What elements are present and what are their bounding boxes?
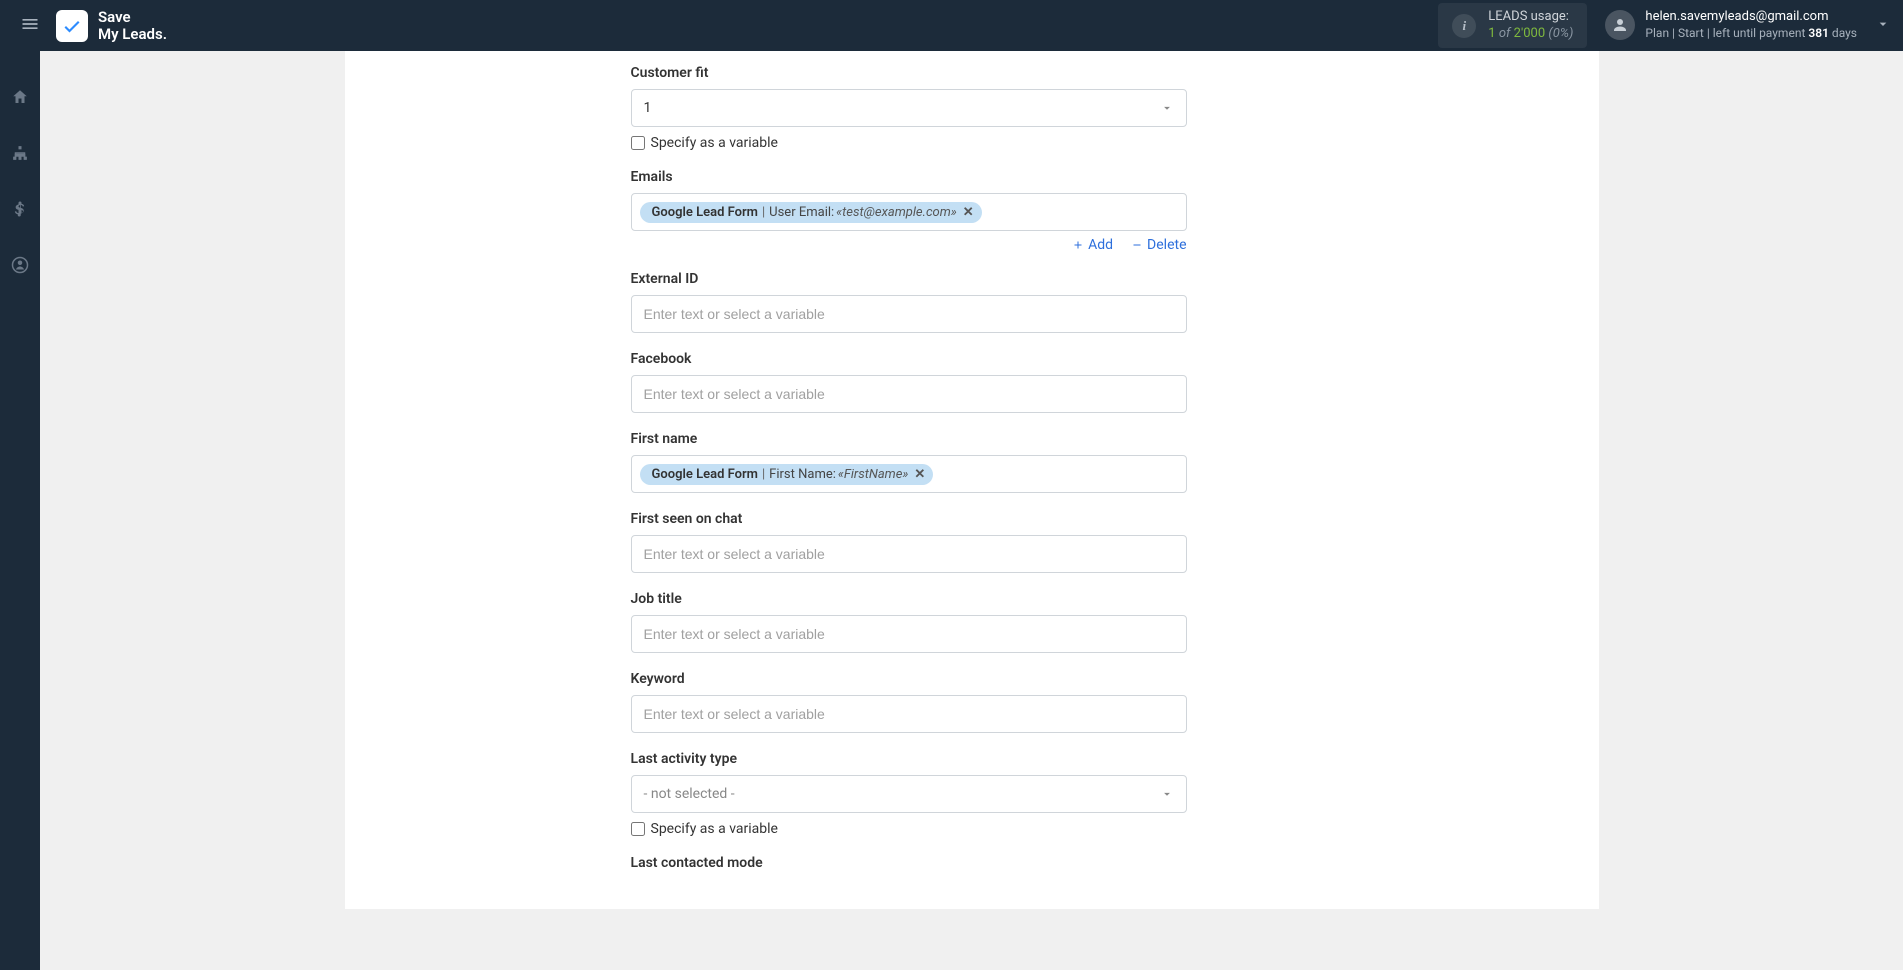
delete-email-link[interactable]: Delete (1131, 237, 1186, 253)
input-job-title[interactable] (631, 615, 1187, 653)
field-customer-fit: Customer fit 1 Specify as a variable (631, 65, 1187, 151)
token-source: Google Lead Form (652, 205, 758, 220)
token-remove-icon[interactable]: ✕ (914, 467, 925, 482)
field-first-seen: First seen on chat (631, 511, 1187, 573)
token-email: Google Lead Form | User Email: «test@exa… (640, 202, 982, 223)
usage-total: 2'000 (1514, 26, 1546, 41)
usage-values: 1 of 2'000 (0%) (1488, 26, 1573, 43)
select-customer-fit[interactable]: 1 (631, 89, 1187, 127)
content-area: Customer fit 1 Specify as a variable Ema… (40, 51, 1903, 970)
user-account-box[interactable]: helen.savemyleads@gmail.com Plan | Start… (1605, 9, 1857, 41)
sidebar-home-icon[interactable] (0, 79, 40, 115)
user-email: helen.savemyleads@gmail.com (1645, 9, 1857, 26)
chevron-down-icon (1160, 101, 1174, 115)
sidebar-sitemap-icon[interactable] (0, 135, 40, 171)
checkbox-label: Specify as a variable (651, 821, 778, 837)
checkbox-input[interactable] (631, 822, 645, 836)
sidebar-nav (0, 51, 40, 970)
leads-usage-box: i LEADS usage: 1 of 2'000 (0%) (1438, 3, 1587, 49)
select-last-activity[interactable]: - not selected - (631, 775, 1187, 813)
checkbox-last-activity-variable[interactable]: Specify as a variable (631, 821, 1187, 837)
select-value: - not selected - (644, 786, 735, 802)
label-first-name: First name (631, 431, 1187, 447)
field-keyword: Keyword (631, 671, 1187, 733)
checkbox-label: Specify as a variable (651, 135, 778, 151)
plan-days-suffix: days (1832, 26, 1857, 40)
input-external-id[interactable] (631, 295, 1187, 333)
info-icon: i (1452, 14, 1476, 38)
select-value: 1 (644, 100, 652, 116)
label-first-seen: First seen on chat (631, 511, 1187, 527)
label-keyword: Keyword (631, 671, 1187, 687)
token-first-name: Google Lead Form | First Name: «FirstNam… (640, 464, 934, 485)
emails-actions: Add Delete (631, 237, 1187, 253)
avatar-icon (1605, 10, 1635, 40)
input-keyword[interactable] (631, 695, 1187, 733)
plan-prefix: Plan | (1645, 26, 1675, 40)
delete-label: Delete (1147, 237, 1186, 253)
checkbox-input[interactable] (631, 136, 645, 150)
field-facebook: Facebook (631, 351, 1187, 413)
logo-line2: My Leads. (98, 26, 167, 43)
field-emails: Emails Google Lead Form | User Email: «t… (631, 169, 1187, 253)
label-job-title: Job title (631, 591, 1187, 607)
plan-mid: | left until payment (1707, 26, 1806, 40)
token-field: User Email: (769, 205, 834, 220)
sidebar-billing-icon[interactable] (0, 191, 40, 227)
input-first-seen[interactable] (631, 535, 1187, 573)
logo-line1: Save (98, 9, 167, 26)
form-card: Customer fit 1 Specify as a variable Ema… (345, 51, 1599, 909)
input-facebook[interactable] (631, 375, 1187, 413)
usage-text: LEADS usage: 1 of 2'000 (0%) (1488, 9, 1573, 43)
token-sep: | (762, 467, 765, 482)
plus-icon (1072, 239, 1084, 251)
minus-icon (1131, 239, 1143, 251)
label-external-id: External ID (631, 271, 1187, 287)
app-header: Save My Leads. i LEADS usage: 1 of 2'000… (0, 0, 1903, 51)
app-logo-icon (56, 10, 88, 42)
field-job-title: Job title (631, 591, 1187, 653)
hamburger-menu-icon[interactable] (12, 6, 48, 46)
label-facebook: Facebook (631, 351, 1187, 367)
chevron-down-icon (1160, 787, 1174, 801)
add-email-link[interactable]: Add (1072, 237, 1113, 253)
input-first-name[interactable]: Google Lead Form | First Name: «FirstNam… (631, 455, 1187, 493)
checkbox-customer-fit-variable[interactable]: Specify as a variable (631, 135, 1187, 151)
token-source: Google Lead Form (652, 467, 758, 482)
app-logo-text: Save My Leads. (98, 9, 167, 42)
label-customer-fit: Customer fit (631, 65, 1187, 81)
plan-name: Start (1678, 26, 1704, 40)
label-last-activity: Last activity type (631, 751, 1187, 767)
token-value: «test@example.com» (836, 205, 957, 220)
plan-days-num: 381 (1808, 26, 1829, 40)
label-last-contacted: Last contacted mode (631, 855, 1187, 871)
field-last-activity: Last activity type - not selected - Spec… (631, 751, 1187, 837)
usage-label: LEADS usage: (1488, 9, 1573, 26)
token-value: «FirstName» (838, 467, 909, 482)
input-emails[interactable]: Google Lead Form | User Email: «test@exa… (631, 193, 1187, 231)
add-label: Add (1088, 237, 1113, 253)
field-last-contacted: Last contacted mode (631, 855, 1187, 871)
usage-pct: (0%) (1548, 26, 1573, 41)
user-info: helen.savemyleads@gmail.com Plan | Start… (1645, 9, 1857, 41)
field-external-id: External ID (631, 271, 1187, 333)
token-field: First Name: (769, 467, 836, 482)
field-first-name: First name Google Lead Form | First Name… (631, 431, 1187, 493)
token-remove-icon[interactable]: ✕ (963, 205, 974, 220)
usage-current: 1 (1488, 26, 1495, 41)
sidebar-profile-icon[interactable] (0, 247, 40, 283)
label-emails: Emails (631, 169, 1187, 185)
account-dropdown-icon[interactable] (1875, 16, 1891, 36)
token-sep: | (762, 205, 765, 220)
user-plan: Plan | Start | left until payment 381 da… (1645, 26, 1857, 42)
usage-of: of (1499, 26, 1511, 41)
